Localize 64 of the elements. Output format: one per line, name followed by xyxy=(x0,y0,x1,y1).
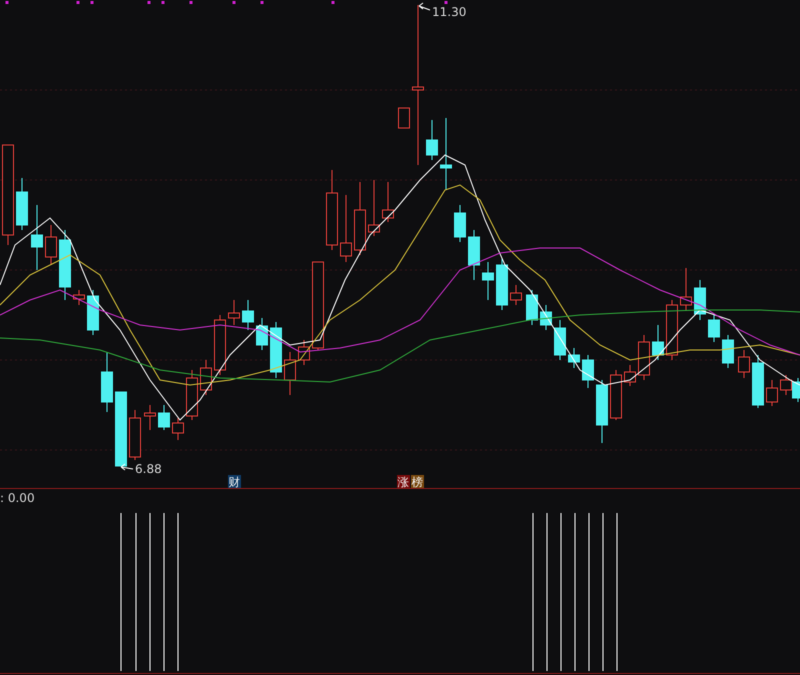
falling-candle-icon xyxy=(526,290,538,326)
rising-candle-icon xyxy=(638,334,650,380)
falling-candle-icon xyxy=(158,404,170,430)
rising-candle-icon xyxy=(510,284,522,306)
falling-candle-icon xyxy=(752,354,764,408)
falling-candle-icon xyxy=(496,258,508,310)
rising-candle-icon xyxy=(666,300,678,360)
rising-candle-icon xyxy=(284,352,296,396)
low-price-label: 6.88 xyxy=(135,462,162,476)
rising-candle-icon xyxy=(45,224,57,266)
falling-candle-icon xyxy=(468,230,480,280)
falling-candle-icon xyxy=(87,290,99,336)
falling-candle-icon xyxy=(722,334,734,368)
falling-candle-icon xyxy=(440,118,452,190)
rising-candle-icon xyxy=(610,370,622,420)
falling-candle-icon xyxy=(554,320,566,360)
falling-candle-icon xyxy=(596,380,608,444)
rising-candle-icon xyxy=(228,300,240,326)
rising-candle-icon xyxy=(129,410,141,460)
rising-candle-icon xyxy=(73,290,85,306)
falling-candle-icon xyxy=(59,230,71,300)
falling-candle-icon xyxy=(568,348,580,368)
rising-candle-icon xyxy=(312,262,324,350)
rising-candle-icon xyxy=(326,170,338,250)
falling-candle-icon xyxy=(270,322,282,378)
rising-candle-icon xyxy=(624,364,636,386)
falling-candle-icon xyxy=(16,178,28,230)
high-price-label: 11.30 xyxy=(432,5,466,19)
rising-candle-icon xyxy=(680,268,692,310)
rising-candle-icon xyxy=(738,350,750,378)
falling-candle-icon xyxy=(426,120,438,160)
event-badge[interactable]: 涨 xyxy=(397,475,410,488)
rising-candle-icon xyxy=(172,418,184,440)
rising-candle-icon xyxy=(354,182,366,256)
event-badge[interactable]: 财 xyxy=(228,475,241,488)
event-badge[interactable]: 榜 xyxy=(411,475,424,488)
rising-candle-icon xyxy=(382,182,394,222)
rising-candle-icon xyxy=(398,108,410,128)
falling-candle-icon xyxy=(242,300,254,330)
high-arrow-icon xyxy=(418,2,430,10)
falling-candle-icon xyxy=(454,204,466,242)
falling-candle-icon xyxy=(256,318,268,350)
rising-candle-icon xyxy=(412,4,424,166)
rising-candle-icon xyxy=(368,180,380,236)
falling-candle-icon xyxy=(115,392,127,466)
rising-candle-icon xyxy=(144,404,156,430)
rising-candle-icon xyxy=(340,194,352,262)
indicator-reading: : 0.00 xyxy=(0,491,35,505)
rising-candle-icon xyxy=(200,360,212,396)
low-arrow-icon xyxy=(120,464,134,470)
falling-candle-icon xyxy=(540,304,552,330)
falling-candle-icon xyxy=(101,352,113,412)
rising-candle-icon xyxy=(766,380,778,406)
falling-candle-icon xyxy=(708,314,720,342)
falling-candle-icon xyxy=(482,262,494,300)
rising-candle-icon xyxy=(780,374,792,396)
falling-candle-icon xyxy=(31,204,43,270)
rising-candle-icon xyxy=(186,370,198,420)
rising-candle-icon xyxy=(298,340,310,366)
falling-candle-icon xyxy=(652,324,664,360)
falling-candle-icon xyxy=(694,280,706,320)
falling-candle-icon xyxy=(582,354,594,388)
falling-candle-icon xyxy=(792,378,800,402)
rising-candle-icon xyxy=(214,314,226,376)
